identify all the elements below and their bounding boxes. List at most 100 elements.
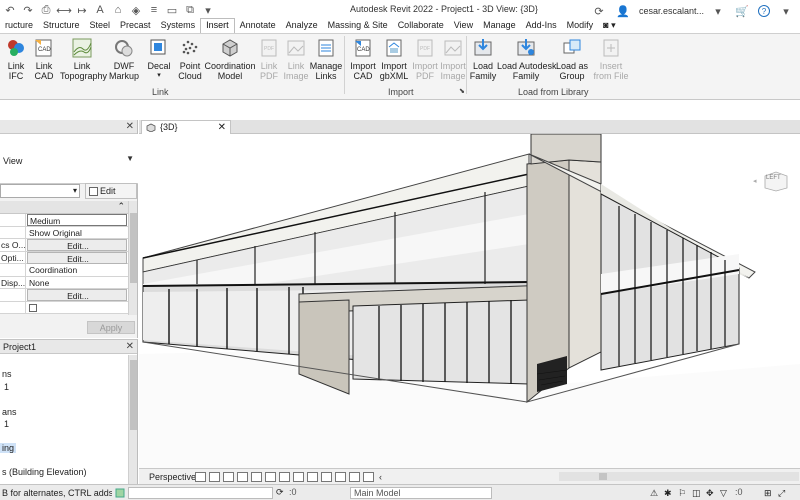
scrollbar-thumb[interactable]: [130, 213, 137, 283]
property-edit-button[interactable]: Edit...: [27, 289, 127, 301]
load-as-group-button[interactable]: Load as Group: [552, 37, 592, 81]
project-browser-scrollbar[interactable]: [128, 355, 137, 484]
share-icon[interactable]: ⟳: [591, 3, 607, 19]
user-icon[interactable]: 👤: [615, 3, 631, 19]
tab-systems[interactable]: Systems: [156, 19, 201, 33]
tab-add-ins[interactable]: Add-Ins: [521, 19, 562, 33]
drag-elements-icon[interactable]: ✥: [706, 488, 716, 498]
tree-item[interactable]: s (Building Elevation): [2, 467, 87, 477]
view-tab-3d[interactable]: {3D} ✕: [141, 120, 231, 134]
properties-scrollbar[interactable]: [128, 201, 137, 315]
apply-button[interactable]: Apply: [87, 321, 135, 334]
type-selector[interactable]: View ▼: [0, 134, 138, 184]
selection-filter-icon[interactable]: ⊞: [764, 488, 774, 498]
link-cad-button[interactable]: CAD Link CAD: [24, 37, 64, 81]
help-dropdown-icon[interactable]: ▾: [778, 3, 794, 19]
properties-section-header[interactable]: ⌃: [0, 201, 128, 214]
temp-hide-icon[interactable]: [279, 471, 290, 482]
import-dialog-launcher-icon[interactable]: ⬊: [459, 87, 465, 95]
drawing-canvas[interactable]: LEFT ◂: [139, 134, 800, 468]
render-icon[interactable]: [237, 471, 248, 482]
dimension-icon[interactable]: ↦: [74, 2, 90, 18]
select-underlay-icon[interactable]: ✱: [664, 488, 674, 498]
property-checkbox[interactable]: [29, 303, 37, 312]
instance-filter-dropdown[interactable]: ▾: [0, 184, 80, 198]
redo-icon[interactable]: ↷: [20, 2, 36, 18]
temporary-view-properties-icon[interactable]: [349, 471, 360, 482]
close-icon[interactable]: ✕: [126, 121, 134, 132]
tab-collaborate[interactable]: Collaborate: [393, 19, 449, 33]
3d-view-icon[interactable]: ⌂: [110, 2, 126, 18]
select-by-face-icon[interactable]: ◫: [692, 488, 702, 498]
load-autodesk-family-button[interactable]: Load Autodesk Family: [497, 37, 557, 81]
tree-item-selected[interactable]: ing: [0, 443, 17, 453]
user-name[interactable]: cesar.escalant...: [639, 6, 704, 16]
thin-lines-icon[interactable]: ≡: [146, 2, 162, 18]
print-icon[interactable]: ⎙: [38, 2, 54, 18]
tab-analyze[interactable]: Analyze: [281, 19, 323, 33]
property-value-detail-level[interactable]: Medium: [27, 214, 127, 226]
reveal-hidden-icon[interactable]: [293, 471, 304, 482]
close-icon[interactable]: ✕: [218, 121, 226, 134]
tab-manage[interactable]: Manage: [478, 19, 521, 33]
sync-icon[interactable]: ⟳: [276, 487, 286, 497]
ribbon-options-icon[interactable]: ◙ ▾: [598, 19, 620, 33]
help-icon[interactable]: ?: [758, 5, 770, 17]
switch-windows-icon[interactable]: ⧉: [182, 2, 198, 18]
expand-icon[interactable]: ⤢: [778, 488, 788, 498]
chevron-down-icon[interactable]: ▼: [126, 154, 134, 163]
shadows-icon[interactable]: [223, 471, 234, 482]
tab-steel[interactable]: Steel: [85, 19, 116, 33]
property-value-discipline[interactable]: Coordination: [27, 264, 127, 276]
manage-links-button[interactable]: Manage Links: [306, 37, 346, 81]
tab-precast[interactable]: Precast: [115, 19, 156, 33]
cart-icon[interactable]: 🛒: [734, 3, 750, 19]
worksets-icon[interactable]: [115, 488, 125, 498]
tree-item[interactable]: 1: [4, 419, 9, 429]
crop-view-icon[interactable]: [251, 471, 262, 482]
show-crop-icon[interactable]: [265, 471, 276, 482]
filter-icon[interactable]: ▽: [720, 488, 730, 498]
tab-insert[interactable]: Insert: [200, 18, 235, 33]
property-value-display[interactable]: None: [27, 277, 127, 289]
scrollbar-thumb[interactable]: [599, 473, 607, 480]
insert-from-file-button[interactable]: Insert from File: [590, 37, 632, 81]
dwf-markup-button[interactable]: DWF Markup: [104, 37, 144, 81]
link-topography-button[interactable]: Link Topography: [60, 37, 107, 81]
tab-view[interactable]: View: [449, 19, 478, 33]
customize-qat-icon[interactable]: ▾: [200, 2, 216, 18]
undo-icon[interactable]: ↶: [2, 2, 18, 18]
property-edit-button[interactable]: Edit...: [27, 239, 127, 251]
chevron-down-icon[interactable]: ▾: [710, 3, 726, 19]
select-links-icon[interactable]: ⚠: [650, 488, 660, 498]
scrollbar-thumb[interactable]: [130, 360, 137, 430]
reveal-constraints-icon[interactable]: [363, 471, 374, 482]
measure-icon[interactable]: ⟷: [56, 2, 72, 18]
collapse-icon[interactable]: ⌃: [117, 201, 125, 212]
edit-type-button[interactable]: Edit Type: [85, 183, 137, 211]
tree-item[interactable]: ans: [2, 407, 17, 417]
property-edit-button[interactable]: Edit...: [27, 251, 127, 264]
design-option-field[interactable]: Main Model: [350, 487, 492, 499]
select-pinned-icon[interactable]: ⚐: [678, 488, 688, 498]
workset-field[interactable]: [128, 487, 273, 499]
tab-modify[interactable]: Modify: [562, 19, 599, 33]
projection-mode[interactable]: Perspective: [139, 472, 196, 482]
canvas-horizontal-scrollbar[interactable]: [559, 472, 799, 481]
viewcube-left-arrow-icon[interactable]: ◂: [753, 177, 757, 185]
tab-structure[interactable]: Structure: [38, 19, 85, 33]
tab-massing-site[interactable]: Massing & Site: [323, 19, 393, 33]
tree-item[interactable]: 1: [4, 382, 9, 392]
section-icon[interactable]: ◈: [128, 2, 144, 18]
viewcube-icon[interactable]: [762, 170, 790, 192]
tab-annotate[interactable]: Annotate: [235, 19, 281, 33]
visual-style-icon[interactable]: [195, 471, 206, 482]
lock-view-icon[interactable]: [307, 471, 318, 482]
tag-icon[interactable]: A: [92, 2, 108, 18]
property-value-parts-visibility[interactable]: Show Original: [27, 227, 127, 239]
tab-architecture[interactable]: ructure: [0, 19, 38, 33]
close-icon[interactable]: ✕: [126, 341, 134, 352]
highlight-displacement-icon[interactable]: [335, 471, 346, 482]
tree-item[interactable]: ns: [2, 369, 12, 379]
sun-path-icon[interactable]: [209, 471, 220, 482]
